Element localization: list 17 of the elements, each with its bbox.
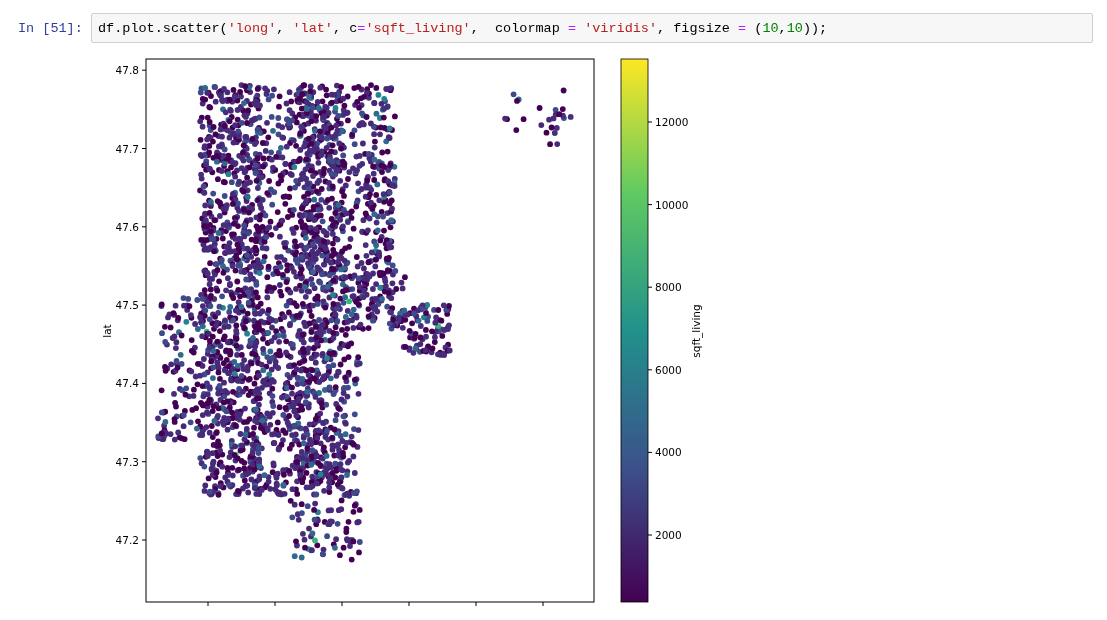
y-tick-label: 47.2 — [115, 534, 139, 546]
colorbar-tick-label: 10000 — [655, 198, 689, 211]
colorbar-tick-label: 6000 — [655, 363, 682, 376]
y-tick-label: 47.5 — [115, 299, 139, 312]
input-prompt: In [51]: — [17, 20, 84, 36]
y-tick-label: 47.7 — [115, 142, 139, 155]
y-tick-label: 47.8 — [115, 64, 139, 77]
colorbar-tick-label: 8000 — [655, 281, 682, 294]
y-tick-label: 47.6 — [115, 220, 139, 233]
colorbar-tick-label: 2000 — [655, 529, 682, 541]
y-tick-label: 47.3 — [115, 455, 139, 468]
y-axis-label: lat — [101, 324, 113, 338]
y-tick-label: 47.4 — [115, 377, 139, 390]
colorbar-label: sqft_living — [690, 304, 702, 358]
code-cell[interactable]: df.plot.scatter('long', 'lat', c='sqft_living', colormap = 'viridis', figsize = (10,10)); — [91, 13, 1093, 43]
colorbar-tick-label: 12000 — [655, 116, 689, 128]
colorbar-tick-label: 4000 — [655, 446, 682, 459]
